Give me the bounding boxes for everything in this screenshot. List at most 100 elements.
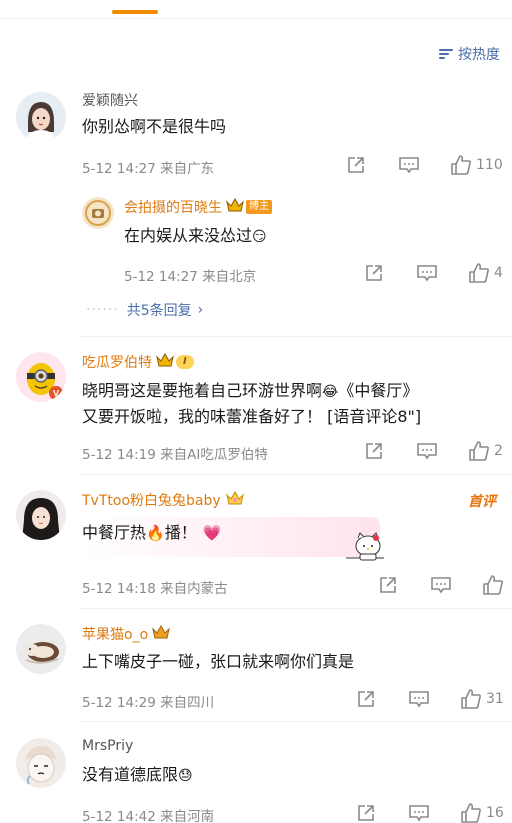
comment-meta: 5-12 14:42 来自河南 xyxy=(82,809,215,823)
chevron-right-icon: › xyxy=(197,302,204,318)
share-icon xyxy=(358,691,374,707)
smirk-emoji: 😏 xyxy=(252,229,267,245)
avatar[interactable] xyxy=(16,490,66,540)
avatar[interactable] xyxy=(16,92,66,142)
comment-icon xyxy=(417,443,437,460)
comment-divider xyxy=(80,721,512,722)
heart-emoji: 💗 xyxy=(202,524,222,542)
comment-username[interactable]: 苹果猫o_o xyxy=(82,624,171,644)
comment-button[interactable] xyxy=(416,441,438,461)
comment-text: 上下嘴皮子一碰，张口就来啊你们真是 xyxy=(82,652,355,671)
reply-text-content: 在内娱从来没怂过 xyxy=(124,226,253,245)
comment-divider xyxy=(80,608,512,609)
blogger-badge: 博主 xyxy=(246,200,272,214)
share-button[interactable] xyxy=(356,803,376,823)
share-icon xyxy=(348,157,364,173)
comment-username[interactable]: 吃瓜罗伯特 I xyxy=(82,352,194,372)
like-button[interactable]: 110 xyxy=(450,154,503,176)
svg-text:V: V xyxy=(53,389,59,399)
comment-divider xyxy=(80,474,512,475)
avatar[interactable] xyxy=(16,624,66,674)
reply-text: 在内娱从来没怂过😏 xyxy=(124,224,267,249)
replies-count-label: 共5条回复 xyxy=(126,303,192,319)
username-text: 吃瓜罗伯特 xyxy=(82,355,152,371)
comment-divider xyxy=(80,336,512,337)
username-text: 会拍摄的百晓生 xyxy=(124,200,222,216)
like-button[interactable]: 16 xyxy=(460,802,504,823)
like-count: 4 xyxy=(494,265,503,281)
comment-icon xyxy=(431,577,451,594)
like-button[interactable]: 31 xyxy=(460,688,504,710)
username-text: 苹果猫o_o xyxy=(82,627,149,643)
comment-icon xyxy=(409,805,429,822)
share-icon xyxy=(380,577,396,593)
comment-icon xyxy=(417,265,437,282)
username-text: TvTtoo粉白兔兔baby xyxy=(82,493,221,509)
comment-text-line-2: 又要开饭啦，我的味蕾准备好了！ [语音评论8"] xyxy=(82,407,422,426)
level-badge: I xyxy=(176,355,194,369)
reply-actions: 4 xyxy=(364,262,503,284)
like-button[interactable]: 2 xyxy=(468,440,503,462)
comment-icon xyxy=(399,157,419,174)
vip-crown-icon xyxy=(225,490,245,510)
share-button[interactable] xyxy=(346,155,366,175)
comment-username[interactable]: TvTtoo粉白兔兔baby xyxy=(82,490,245,510)
comment-actions xyxy=(378,574,504,596)
vip-crown-icon xyxy=(226,197,244,216)
avatar[interactable] xyxy=(16,738,66,788)
first-comment-badge: 首评 xyxy=(468,494,496,510)
comment-meta: 5-12 14:29 来自四川 xyxy=(82,695,215,711)
comment-text: 你别怂啊不是很牛吗 xyxy=(82,117,227,136)
fire-emoji: 🔥 xyxy=(146,524,165,542)
comment-button[interactable] xyxy=(408,803,430,823)
share-button[interactable] xyxy=(364,263,384,283)
reply-avatar[interactable] xyxy=(82,197,114,229)
sort-by-hot-button[interactable]: 按热度 xyxy=(439,44,500,64)
comment-text: 没有道德底限😓 xyxy=(82,763,193,788)
reply-username[interactable]: 会拍摄的百晓生 博主 xyxy=(124,197,272,217)
laughing-emoji: 😂 xyxy=(322,384,339,400)
thumbs-up-icon xyxy=(469,263,489,283)
comment-actions: 16 xyxy=(356,802,504,823)
share-icon xyxy=(366,443,382,459)
comment-meta: 5-12 14:19 来自AI吃瓜罗伯特 xyxy=(82,447,268,463)
dots-separator: ······ xyxy=(86,302,119,318)
thumbs-up-icon xyxy=(483,575,503,595)
like-count: 31 xyxy=(486,691,504,707)
comment-actions: 31 xyxy=(356,688,504,710)
share-button[interactable] xyxy=(378,575,398,595)
comment-username[interactable]: 爱颖随兴 xyxy=(82,90,138,110)
comment-meta: 5-12 14:18 来自内蒙古 xyxy=(82,581,228,597)
comment-button[interactable] xyxy=(430,575,452,595)
like-button[interactable] xyxy=(482,574,504,596)
share-button[interactable] xyxy=(364,441,384,461)
comment-button[interactable] xyxy=(398,155,420,175)
comment-text-part: 播！ xyxy=(164,523,197,542)
thumbs-up-icon xyxy=(469,441,489,461)
comment-text-line-1: 晓明哥这是要拖着自己环游世界啊😂《中餐厅》 xyxy=(82,379,418,404)
vip-crown-icon xyxy=(152,624,171,644)
reply-meta: 5-12 14:27 来自北京 xyxy=(124,269,257,285)
username-text: MrsPriy xyxy=(82,738,134,754)
comment-actions: 2 xyxy=(364,440,503,462)
thumbs-up-icon xyxy=(461,803,481,823)
comment-text-part: 《中餐厅》 xyxy=(338,381,419,400)
comment-button[interactable] xyxy=(416,263,438,283)
view-all-replies-link[interactable]: ······ 共5条回复 › xyxy=(86,300,203,320)
avatar[interactable]: V xyxy=(16,352,66,402)
sort-icon xyxy=(439,47,455,61)
like-count: 110 xyxy=(476,157,503,173)
comment-button[interactable] xyxy=(408,689,430,709)
share-button[interactable] xyxy=(356,689,376,709)
sweat-emoji: 😓 xyxy=(178,768,193,784)
share-icon xyxy=(366,265,382,281)
comment-actions: 110 xyxy=(346,154,503,176)
like-count: 16 xyxy=(486,805,504,821)
hello-kitty-sticker xyxy=(342,530,388,564)
comment-text-part: 没有道德底限 xyxy=(82,765,179,784)
comment-text-part: 晓明哥这是要拖着自己环游世界啊 xyxy=(82,381,323,400)
thumbs-up-icon xyxy=(461,689,481,709)
comment-username[interactable]: MrsPriy xyxy=(82,738,133,754)
share-icon xyxy=(358,805,374,821)
like-button[interactable]: 4 xyxy=(468,262,503,284)
